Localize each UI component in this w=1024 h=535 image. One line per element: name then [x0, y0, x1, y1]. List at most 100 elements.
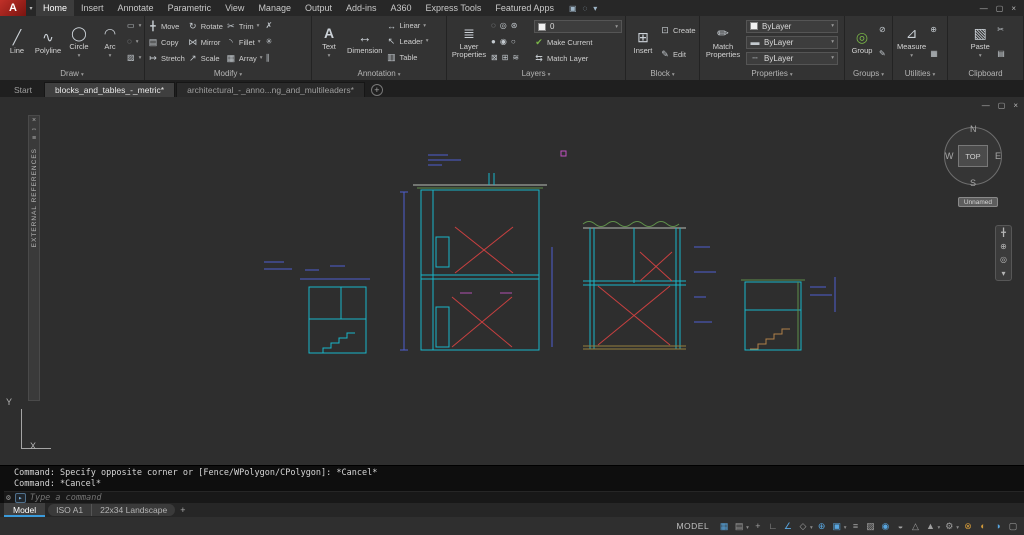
minimize-drawing-icon[interactable]: —: [982, 101, 990, 110]
circle-button[interactable]: ◯ Circle ▾: [65, 18, 93, 66]
explode-icon[interactable]: ✳: [266, 37, 273, 47]
layer-select-dropdown[interactable]: 0 ▾: [534, 20, 622, 33]
layout-tab-22x34-landscape[interactable]: 22x34 Landscape: [92, 504, 175, 516]
ribbon-tab-view[interactable]: View: [218, 0, 251, 16]
pan-icon[interactable]: ╋: [1001, 228, 1006, 237]
isometric-drafting-icon[interactable]: ◇: [796, 519, 810, 533]
ellipse-icon[interactable]: ◌: [127, 37, 132, 47]
layer-properties-button[interactable]: ≣ Layer Properties: [450, 18, 488, 66]
annotation-visibility-icon[interactable]: ◒: [893, 519, 907, 533]
linetype-dropdown[interactable]: ┄ ByLayer ▾: [746, 52, 838, 65]
ribbon-tab-insert[interactable]: Insert: [74, 0, 111, 16]
viewcube-east[interactable]: E: [995, 151, 1001, 161]
new-layout-button[interactable]: +: [180, 505, 185, 515]
group-button[interactable]: ◎ Group: [848, 18, 876, 66]
screen-capture-icon[interactable]: ▣: [569, 4, 577, 13]
cloud-icon[interactable]: ◌: [583, 4, 588, 13]
stretch-button[interactable]: ↦Stretch: [148, 53, 185, 64]
chevron-down-icon[interactable]: ▾: [139, 23, 142, 29]
doc-tab-start[interactable]: Start: [3, 82, 43, 97]
isolate-objects-icon[interactable]: ◐: [976, 519, 990, 533]
modify-panel-title[interactable]: Modify▾: [145, 68, 311, 80]
layer-isolate-icon[interactable]: ◎: [500, 21, 507, 31]
layer-thaw-icon[interactable]: ○: [511, 37, 516, 47]
layer-unisolate-icon[interactable]: ◉: [500, 37, 507, 47]
drawing-building-section-2[interactable]: [583, 222, 716, 350]
palette-menu-icon[interactable]: ≡: [32, 134, 36, 143]
layout-tab-iso-a1[interactable]: ISO A1: [48, 504, 92, 516]
viewcube-south[interactable]: S: [970, 178, 976, 188]
close-palette-icon[interactable]: ×: [32, 116, 36, 125]
paste-button[interactable]: ▧ Paste ▾: [966, 18, 994, 66]
ortho-mode-icon[interactable]: ∟: [766, 519, 780, 533]
doc-tab-architectural[interactable]: architectural_-_anno...ng_and_multileade…: [176, 82, 365, 97]
model-space-viewport[interactable]: — ▢ × × ⇔ ≡ EXTERNAL REFERENCES: [0, 97, 1024, 465]
erase-icon[interactable]: ✗: [266, 21, 273, 31]
create-block-button[interactable]: ⊡Create: [660, 25, 696, 36]
make-current-button[interactable]: ✔Make Current: [534, 37, 622, 48]
ribbon-tab-annotate[interactable]: Annotate: [111, 0, 161, 16]
app-menu-chevron-icon[interactable]: ▾: [26, 0, 36, 16]
chevron-down-icon[interactable]: ▾: [139, 55, 142, 61]
drawing-stair-section-2[interactable]: [741, 277, 835, 350]
selection-cycling-icon[interactable]: ◉: [878, 519, 892, 533]
copy-clip-icon[interactable]: ▤: [997, 49, 1005, 59]
object-color-dropdown[interactable]: ByLayer ▾: [746, 20, 838, 33]
layer-walk-icon[interactable]: ≋: [512, 53, 519, 63]
ribbon-tab-a360[interactable]: A360: [384, 0, 419, 16]
leader-button[interactable]: ↖Leader▾: [386, 36, 428, 47]
polyline-button[interactable]: ∿ Polyline: [34, 18, 62, 66]
annotation-scale-icon[interactable]: ▲: [923, 519, 937, 533]
scale-button[interactable]: ↗Scale: [188, 53, 223, 64]
group-edit-icon[interactable]: ✎: [879, 49, 886, 59]
layer-on-icon[interactable]: ●: [491, 37, 496, 47]
viewcube-ucs-menu[interactable]: Unnamed: [958, 197, 998, 207]
restore-window-icon[interactable]: ▢: [996, 4, 1004, 13]
viewcube-west[interactable]: W: [945, 151, 954, 161]
doc-tab-blocks-and-tables[interactable]: blocks_and_tables_-_metric*: [44, 82, 175, 97]
app-logo[interactable]: A: [0, 0, 26, 16]
viewcube-top-face[interactable]: TOP: [958, 145, 988, 167]
layout-tab-model[interactable]: Model: [4, 503, 45, 517]
draw-panel-title[interactable]: Draw▾: [0, 68, 144, 80]
object-snap-icon[interactable]: ▣: [830, 519, 844, 533]
id-point-icon[interactable]: ⊕: [930, 25, 938, 35]
linear-button[interactable]: ↔Linear▾: [386, 21, 428, 31]
table-button[interactable]: ▥Table: [386, 52, 428, 63]
ribbon-tab-home[interactable]: Home: [36, 0, 74, 16]
ungroup-icon[interactable]: ⊘: [879, 25, 886, 35]
chevron-down-icon[interactable]: ▾: [136, 39, 139, 45]
ribbon-tab-output[interactable]: Output: [298, 0, 339, 16]
offset-icon[interactable]: ∥: [266, 53, 273, 63]
line-button[interactable]: ╱ Line: [3, 18, 31, 66]
properties-panel-title[interactable]: Properties▾: [700, 68, 844, 80]
layers-panel-title[interactable]: Layers▾: [447, 68, 625, 80]
edit-block-button[interactable]: ✎Edit: [660, 49, 696, 60]
chevron-down-icon[interactable]: ▾: [593, 4, 597, 13]
groups-panel-title[interactable]: Groups▾: [845, 68, 892, 80]
utilities-panel-title[interactable]: Utilities▾: [893, 68, 947, 80]
dimension-button[interactable]: ↔ Dimension: [346, 18, 383, 66]
command-input[interactable]: [30, 493, 1024, 503]
copy-button[interactable]: ▤Copy: [148, 37, 185, 48]
match-properties-button[interactable]: ✏ Match Properties: [703, 18, 743, 66]
customize-icon[interactable]: ⚙: [4, 493, 11, 502]
ribbon-tab-featured-apps[interactable]: Featured Apps: [488, 0, 561, 16]
move-button[interactable]: ╋Move: [148, 21, 185, 32]
close-window-icon[interactable]: ×: [1011, 4, 1016, 13]
hatch-icon[interactable]: ▨: [127, 53, 135, 63]
trim-button[interactable]: ✂Trim▾: [226, 21, 263, 32]
restore-drawing-icon[interactable]: ▢: [998, 101, 1006, 110]
drawing-geometry[interactable]: [0, 97, 1024, 465]
object-snap-tracking-icon[interactable]: ⊕: [815, 519, 829, 533]
array-button[interactable]: ▦Array▾: [226, 53, 263, 64]
external-references-palette[interactable]: × ⇔ ≡ EXTERNAL REFERENCES: [28, 115, 40, 401]
insert-block-button[interactable]: ⊞ Insert: [629, 18, 657, 66]
fillet-button[interactable]: ◝Fillet▾: [226, 37, 263, 48]
arc-button[interactable]: ◠ Arc ▾: [96, 18, 124, 66]
block-panel-title[interactable]: Block▾: [626, 68, 699, 80]
annotation-panel-title[interactable]: Annotation▾: [312, 68, 446, 80]
layer-off-icon[interactable]: ◌: [491, 21, 496, 31]
ribbon-tab-parametric[interactable]: Parametric: [161, 0, 219, 16]
cut-icon[interactable]: ✂: [997, 25, 1005, 35]
